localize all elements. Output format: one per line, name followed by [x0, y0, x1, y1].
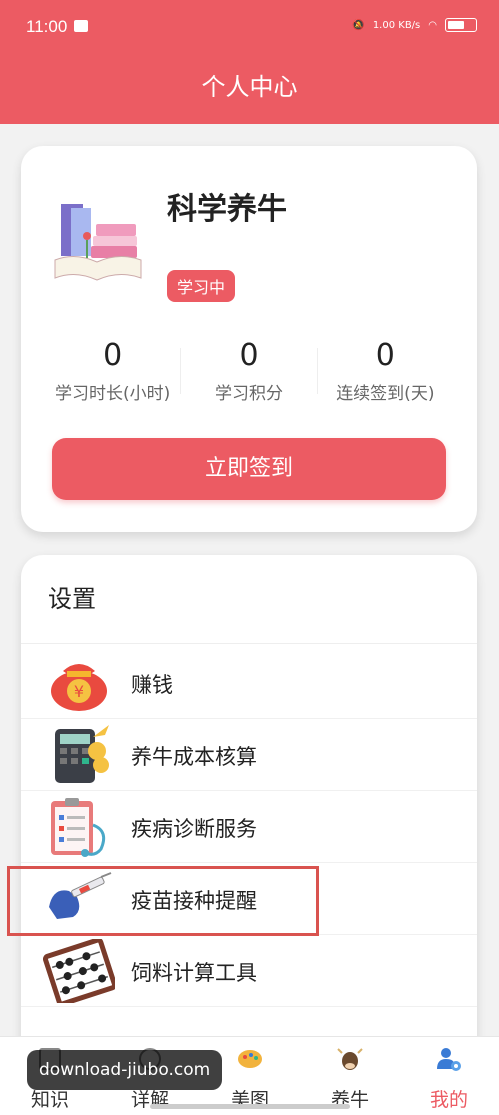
- user-settings-icon: [437, 1048, 461, 1071]
- settings-item-label: 养牛成本核算: [131, 745, 257, 769]
- battery-icon: [445, 18, 477, 32]
- wifi-icon: ◠: [428, 19, 437, 31]
- settings-card: 设置 ¥ 赚钱 养牛成本核算 疾病诊断服务 疫苗接种提醒 饲料计算工具: [21, 555, 477, 1075]
- money-bag-icon: ¥: [51, 664, 107, 711]
- mute-icon: 🔕: [352, 19, 365, 31]
- stat-study-points: 0 学习积分: [181, 338, 316, 404]
- signin-button[interactable]: 立即签到: [52, 438, 446, 500]
- stat-value: 0: [239, 338, 259, 373]
- palette-icon: [238, 1050, 262, 1068]
- settings-item-label: 饲料计算工具: [131, 961, 257, 985]
- status-time: 11:00: [26, 17, 68, 36]
- stat-study-hours: 0 学习时长(小时): [45, 338, 180, 404]
- page-title: 个人中心: [201, 73, 298, 101]
- stat-label: 学习积分: [214, 384, 283, 404]
- settings-item-label: 疾病诊断服务: [131, 817, 257, 841]
- settings-item-feed-calculator[interactable]: 饲料计算工具: [21, 935, 477, 1007]
- app-bar: 个人中心: [0, 56, 499, 124]
- stat-label: 学习时长(小时): [55, 384, 171, 404]
- abacus-icon: [43, 939, 115, 1003]
- settings-item-earn[interactable]: ¥ 赚钱: [21, 647, 477, 719]
- mail-notification-icon: [74, 20, 88, 32]
- network-speed: 1.00 KB/s: [372, 19, 421, 31]
- tab-mine[interactable]: 我的: [399, 1037, 499, 1115]
- settings-item-cost-calculation[interactable]: 养牛成本核算: [21, 719, 477, 791]
- calculator-icon: [55, 725, 109, 783]
- watermark: download-jiubo.com: [27, 1050, 223, 1090]
- stat-label: 连续签到(天): [336, 384, 435, 404]
- stats-row: 0 学习时长(小时) 0 学习积分 0 连续签到(天): [45, 338, 453, 404]
- status-icons: 🔕 1.00 KB/s ◠: [352, 18, 477, 32]
- highlight-box: [7, 866, 319, 936]
- stat-value: 0: [375, 338, 395, 373]
- settings-title: 设置: [48, 585, 96, 613]
- svg-text:¥: ¥: [74, 682, 84, 701]
- settings-item-label: 赚钱: [131, 673, 173, 697]
- profile-name: 科学养牛: [167, 192, 287, 227]
- books-avatar-icon: [54, 204, 142, 281]
- settings-item-disease-diagnosis[interactable]: 疾病诊断服务: [21, 791, 477, 863]
- divider: [21, 1006, 477, 1007]
- home-indicator[interactable]: [150, 1104, 350, 1109]
- clipboard-stethoscope-icon: [51, 798, 106, 857]
- cow-icon: [337, 1048, 363, 1070]
- divider: [21, 643, 477, 644]
- tab-label: 我的: [429, 1089, 468, 1111]
- stat-value: 0: [103, 338, 123, 373]
- status-badge: 学习中: [167, 270, 236, 302]
- status-bar: 11:00 🔕 1.00 KB/s ◠: [0, 0, 499, 56]
- stat-checkin-days: 0 连续签到(天): [318, 338, 453, 404]
- profile-card: 科学养牛 学习中 0 学习时长(小时) 0 学习积分 0 连续签到(天) 立即签…: [21, 146, 477, 532]
